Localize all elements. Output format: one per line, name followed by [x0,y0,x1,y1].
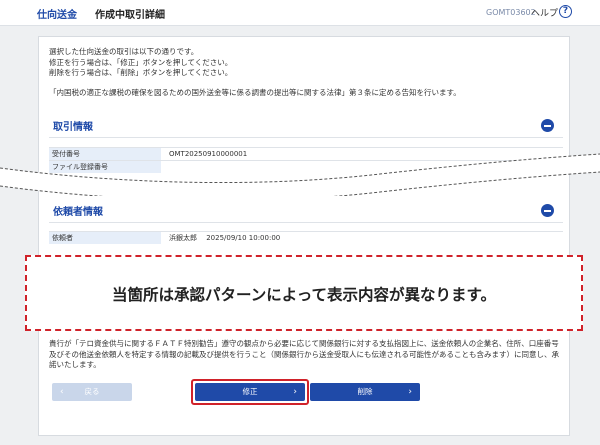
row-value: 浜銀太郎 2025/09/10 10:00:00 [169,234,281,242]
chevron-right-icon: › [293,387,297,397]
back-button-label: 戻る [84,387,100,396]
help-link[interactable]: ヘルプ [531,6,558,19]
service-name: 仕向送金 [37,10,77,21]
edit-button[interactable]: 修正 › [195,383,305,401]
law-notice: 「内国税の適正な課税の確保を図るための国外送金等に係る調書の提出等に関する法律」… [49,88,461,97]
page-title: 作成中取引詳細 [95,10,165,21]
intro-line: 選択した仕向送金の取引は以下の通りです。 [49,47,199,56]
approval-pattern-notice: 当箇所は承認パターンによって表示内容が異なります。 [25,255,583,331]
transaction-section-title: 取引情報 [53,122,93,133]
header-bar: 仕向送金 作成中取引詳細 GOMT03602 ヘルプ ? [0,0,600,26]
section-divider [49,137,563,138]
table-row: 依頼者 浜銀太郎 2025/09/10 10:00:00 [49,231,563,244]
omission-wave [0,153,600,196]
section-divider [49,222,563,223]
notice-text: 当箇所は承認パターンによって表示内容が異なります。 [112,286,496,304]
chevron-right-icon: › [408,387,412,397]
fatf-consent-text: 貴行が「テロ資金供与に関するＦＡＴＦ特別勧告」遵守の観点から必要に応じて関係銀行… [49,339,559,369]
requester-section-title: 依頼者情報 [53,207,103,218]
intro-line: 削除を行う場合は、「削除」ボタンを押してください。 [49,68,233,77]
edit-button-label: 修正 [242,387,258,396]
intro-line: 修正を行う場合は、「修正」ボタンを押してください。 [49,57,233,67]
help-icon[interactable]: ? [559,5,572,18]
collapse-requester-icon[interactable] [541,204,554,217]
delete-button[interactable]: 削除 › [310,383,420,401]
screen-id: GOMT03602 [486,8,536,17]
chevron-left-icon: ‹ [60,387,64,397]
delete-button-label: 削除 [357,387,373,396]
row-label: 依頼者 [49,232,161,244]
back-button[interactable]: ‹ 戻る [52,383,132,401]
collapse-transaction-icon[interactable] [541,119,554,132]
intro-text: 選択した仕向送金の取引は以下の通りです。 修正を行う場合は、「修正」ボタンを押し… [49,47,232,79]
